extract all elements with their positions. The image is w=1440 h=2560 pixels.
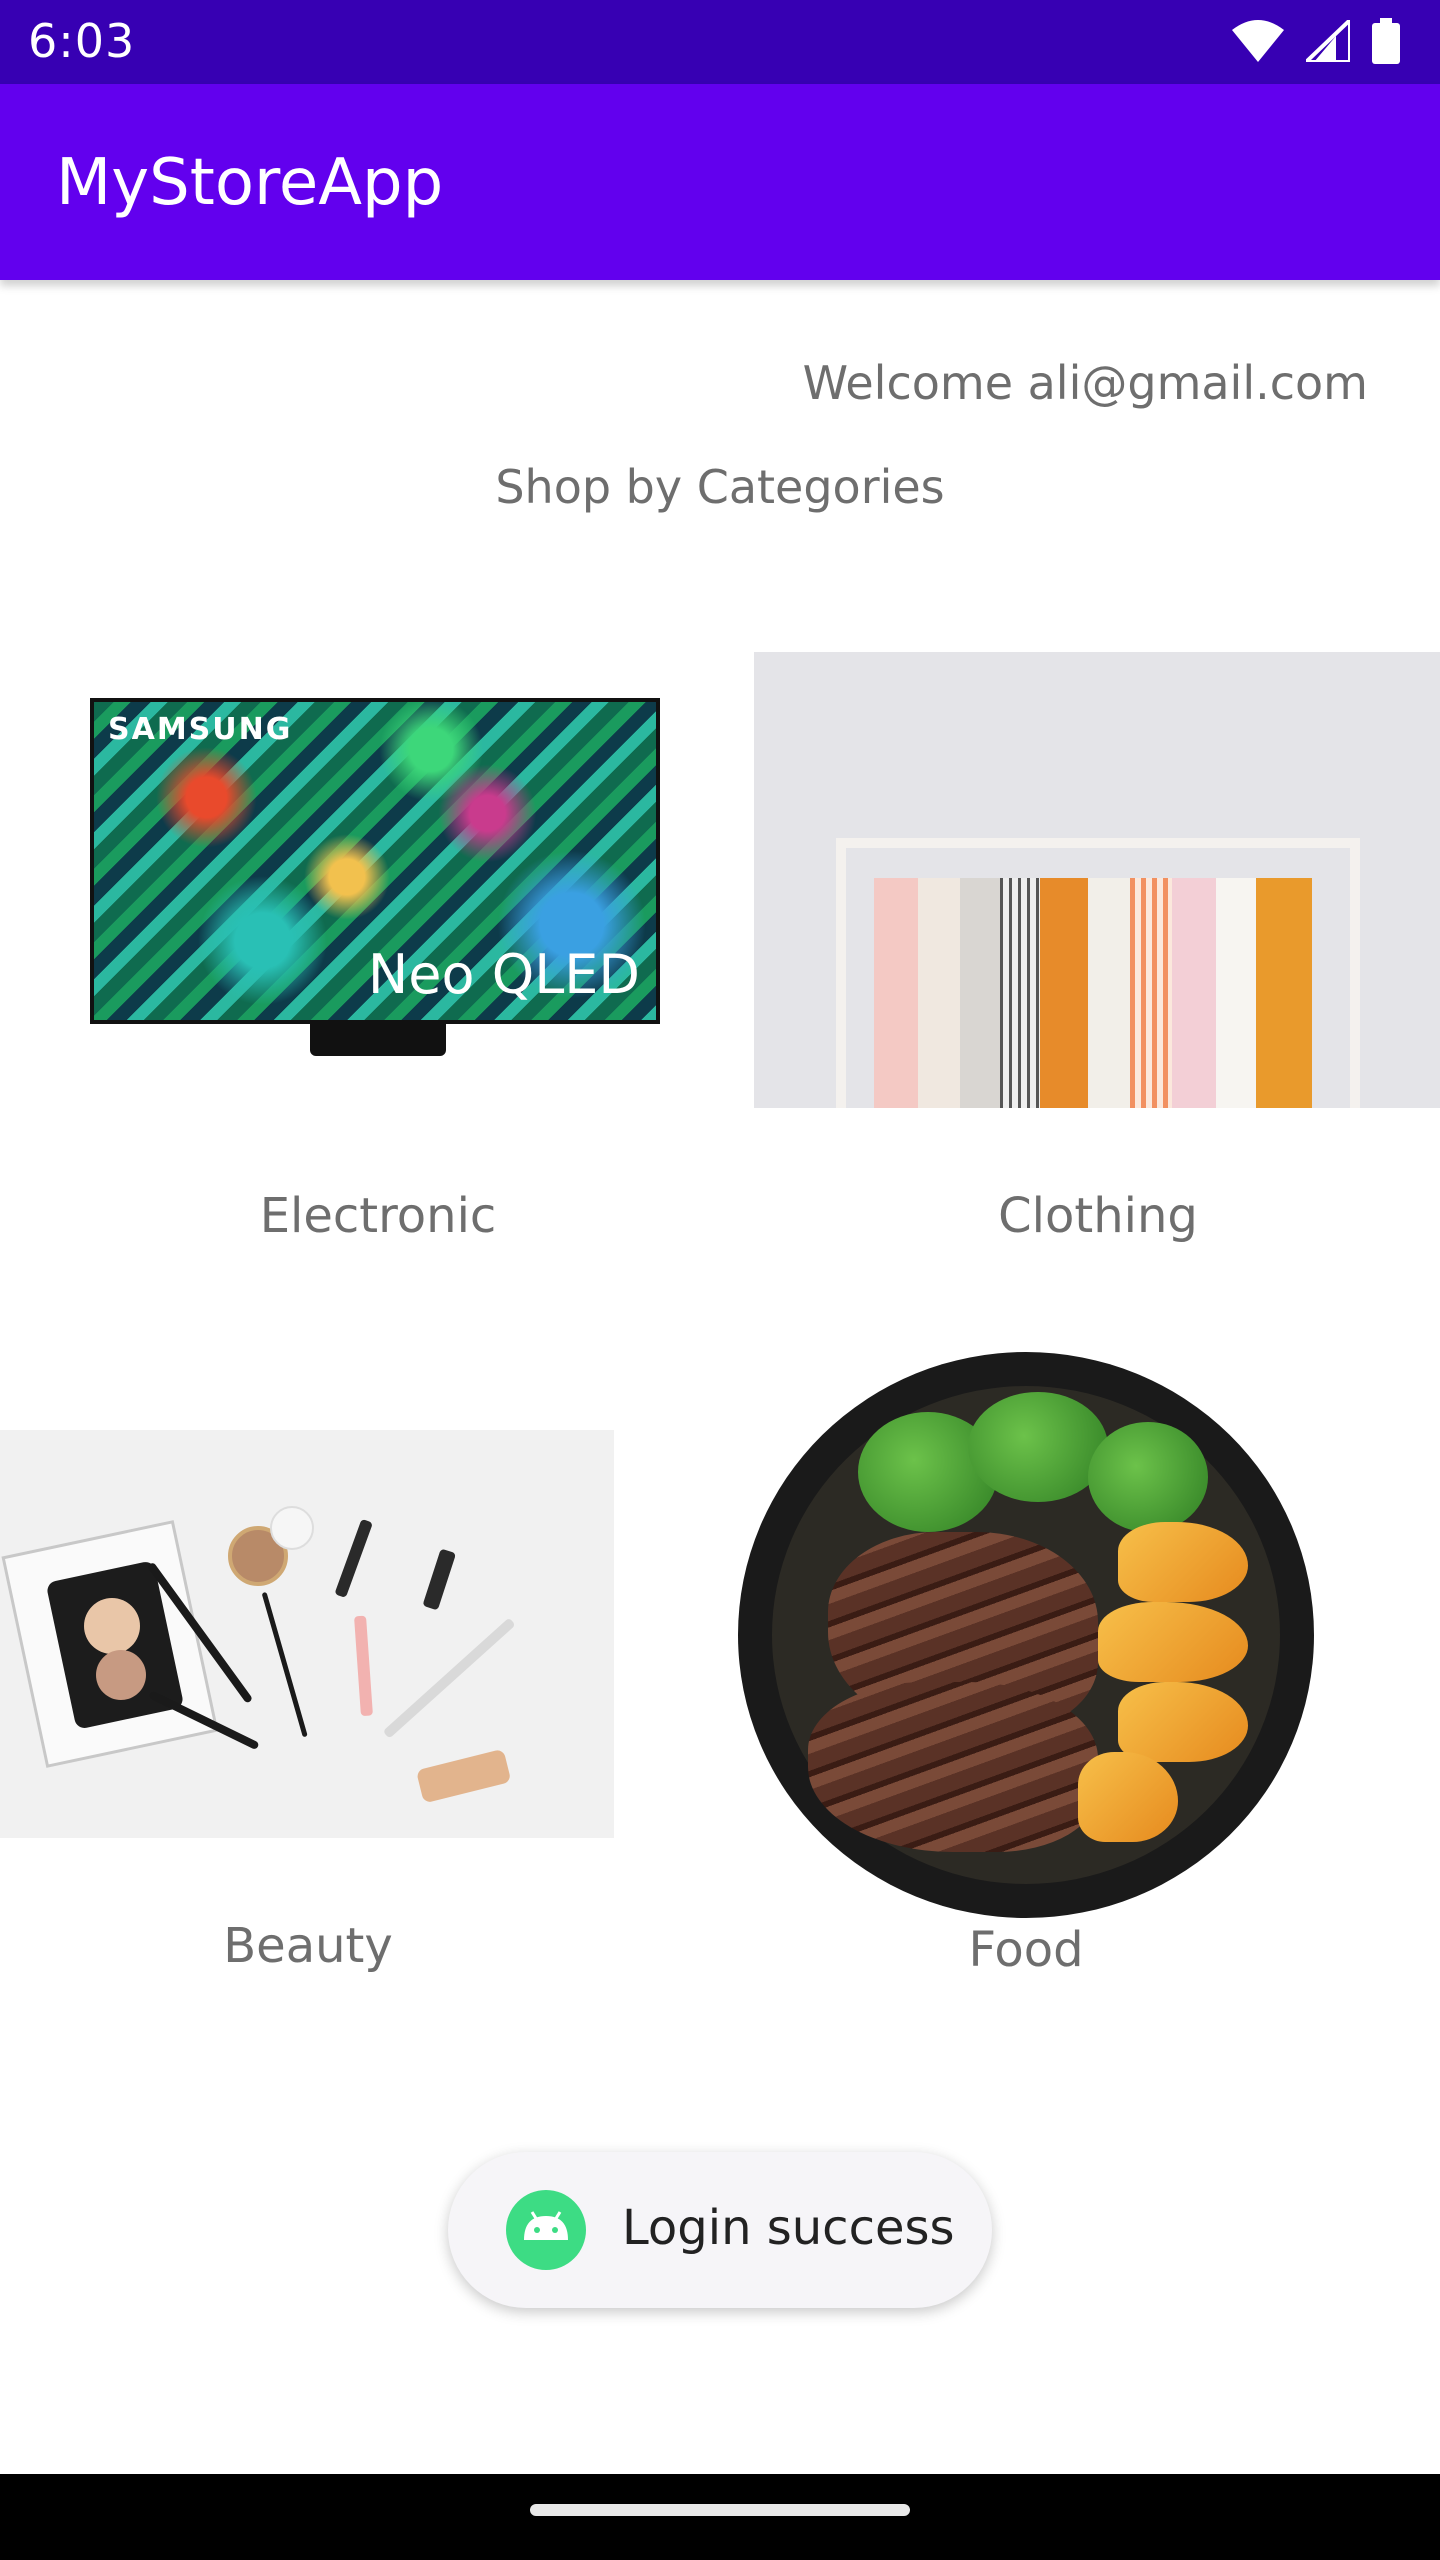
garment [1040,878,1092,1108]
home-gesture-handle[interactable] [530,2504,910,2516]
garment [1172,878,1220,1108]
garment [874,878,924,1108]
category-label-electronic[interactable]: Electronic [178,1188,578,1244]
beauty-category-image[interactable] [0,1430,614,1838]
tv-brand-text: SAMSUNG [108,712,293,747]
category-label-beauty[interactable]: Beauty [108,1918,508,1974]
greens [1088,1422,1208,1532]
steak [808,1682,1098,1852]
powder [96,1650,146,1700]
food-category-image[interactable] [738,1352,1314,1918]
powder [270,1506,314,1550]
brush [382,1617,516,1739]
toast-text: Login success [622,2200,955,2256]
rack-bar [836,838,1360,848]
rack-leg [1350,838,1360,1108]
navigation-bar [0,2474,1440,2560]
clothing-category-image[interactable] [754,652,1440,1108]
garment [1256,878,1312,1108]
status-time: 6:03 [28,14,136,68]
lip-gloss [354,1615,373,1717]
garment [1088,878,1134,1108]
app-title: MyStoreApp [56,146,444,220]
lipstick [422,1548,457,1611]
wifi-icon [1232,20,1284,62]
android-icon [506,2190,586,2270]
tv-model-text: Neo QLED [367,943,640,1006]
signal-icon [1306,20,1350,62]
welcome-text: Welcome ali@gmail.com [802,356,1368,410]
brush [261,1591,308,1738]
electronic-category-image[interactable]: SAMSUNG Neo QLED [90,698,666,1058]
lipstick [334,1518,373,1599]
status-bar: 6:03 [0,0,1440,84]
app-bar: MyStoreApp [0,84,1440,280]
garment [1216,878,1260,1108]
tv-stand [310,1024,446,1056]
rack-leg [836,838,846,1108]
greens [968,1392,1108,1502]
category-label-clothing[interactable]: Clothing [898,1188,1298,1244]
foundation-bottle [415,1748,512,1804]
garment [1130,878,1174,1108]
battery-icon [1372,18,1400,64]
garment [918,878,966,1108]
powder [84,1598,140,1654]
status-icons [1232,18,1400,64]
tv-screen: SAMSUNG Neo QLED [90,698,660,1024]
toast-message: Login success [448,2152,992,2308]
category-label-food[interactable]: Food [826,1922,1226,1978]
section-title: Shop by Categories [495,460,945,514]
garment [1000,878,1044,1108]
